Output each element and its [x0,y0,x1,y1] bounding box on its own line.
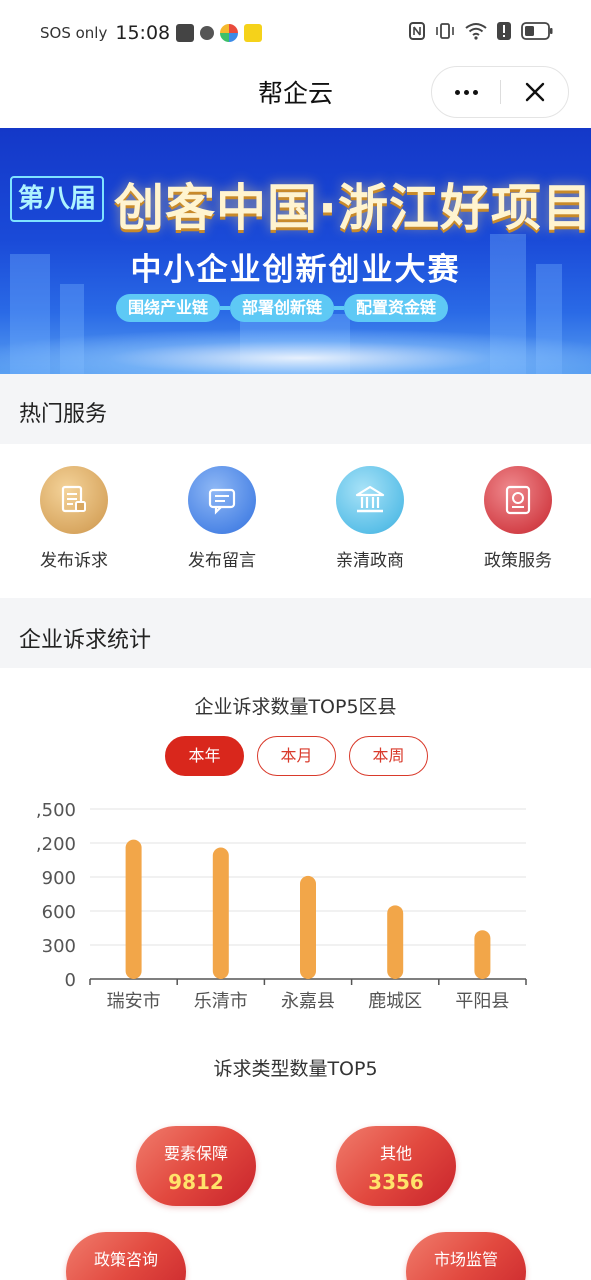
hot-services-header: 热门服务 [0,374,591,444]
types-title: 诉求类型数量TOP5 [213,1058,378,1080]
type-name: 市场监管 [433,1250,498,1269]
banner-title: 创客中国·浙江好项目 [114,179,591,237]
more-dots-icon [454,89,460,95]
type-value: 3356 [368,1170,424,1194]
hot-services: 发布诉求 发布留言 亲清政商 政策服务 [0,444,591,598]
banner-tags: 围绕产业链 部署创新链 配置资金链 [116,294,449,322]
x-tick-label: 瑞安市 [107,991,161,1012]
carrier-text: SOS only [40,24,108,42]
banner-subtitle: 中小企业创新创业大赛 [130,252,461,288]
close-button[interactable] [501,67,569,117]
promo-banner[interactable]: 第八届 创客中国·浙江好项目 中小企业创新创业大赛 围绕产业链 部署创新链 配置… [0,128,591,374]
wifi-icon [465,23,487,40]
app-pinwheel-icon [220,24,239,42]
period-button-month[interactable]: 本月 [257,736,336,776]
government-building-icon [336,466,404,534]
service-label: 发布诉求 [40,551,108,571]
service-publish-request[interactable]: 发布诉求 [14,466,134,571]
type-bubble[interactable]: 市场监管 [406,1232,526,1280]
bar[interactable] [212,847,229,979]
stats-header: 企业诉求统计 [0,598,591,668]
service-label: 亲清政商 [336,551,404,571]
status-bar: SOS only 15:08 [0,0,591,64]
chart-title: 企业诉求数量TOP5区县 [194,696,397,718]
banner-tag: 围绕产业链 [116,294,221,322]
bar[interactable] [387,905,404,979]
service-label: 发布留言 [188,551,256,571]
type-bubble[interactable]: 要素保障 9812 [136,1126,256,1206]
bar[interactable] [125,839,142,979]
type-name: 要素保障 [163,1144,228,1163]
y-tick-label: ,500 [36,800,76,821]
service-government[interactable]: 亲清政商 [310,466,430,571]
service-label: 政策服务 [484,551,552,571]
x-tick-label: 平阳县 [455,991,509,1012]
nfc-icon [409,22,425,40]
battery-icon [521,22,553,40]
banner-tag: 配置资金链 [344,294,449,322]
section-title: 企业诉求统计 [19,628,152,653]
vibrate-icon [436,23,454,39]
more-button[interactable] [432,67,500,117]
document-icon [40,466,108,534]
mail-icon [176,24,195,42]
bar[interactable] [300,875,316,979]
district-bar-chart: ,500 ,200 900 600 300 0 瑞安市 乐清市 永嘉县 鹿城区 平阳县 [36,800,527,1012]
banner-tag: 部署创新链 [230,294,335,322]
y-tick-label: 300 [42,936,76,957]
alert-icon [497,22,511,40]
x-tick-label: 乐清市 [194,991,248,1012]
service-policy[interactable]: 政策服务 [458,466,578,571]
type-bubble[interactable]: 政策咨询 [66,1232,186,1280]
x-tick-label: 鹿城区 [368,991,422,1012]
clock: 15:08 [115,22,171,44]
period-button-year[interactable]: 本年 [165,736,244,776]
section-title: 热门服务 [19,402,108,427]
mini-program-capsule [431,66,569,118]
y-tick-label: ,200 [36,834,76,855]
policy-certificate-icon [484,466,552,534]
banner-edition-badge: 第八届 [10,176,104,222]
y-tick-label: 0 [65,970,76,991]
service-publish-message[interactable]: 发布留言 [162,466,282,571]
message-icon [188,466,256,534]
bar[interactable] [474,930,491,979]
nav-bar: 帮企云 [0,64,591,128]
type-name: 其他 [379,1144,412,1163]
shield-icon [200,26,215,40]
close-icon [525,82,545,102]
type-name: 政策咨询 [93,1250,158,1269]
y-tick-label: 600 [42,902,76,923]
type-bubble[interactable]: 其他 3356 [336,1126,456,1206]
x-tick-label: 永嘉县 [281,991,335,1012]
app-yellow-icon [244,24,263,42]
type-value: 9812 [168,1170,224,1194]
period-button-week[interactable]: 本周 [349,736,428,776]
y-tick-label: 900 [42,868,76,889]
